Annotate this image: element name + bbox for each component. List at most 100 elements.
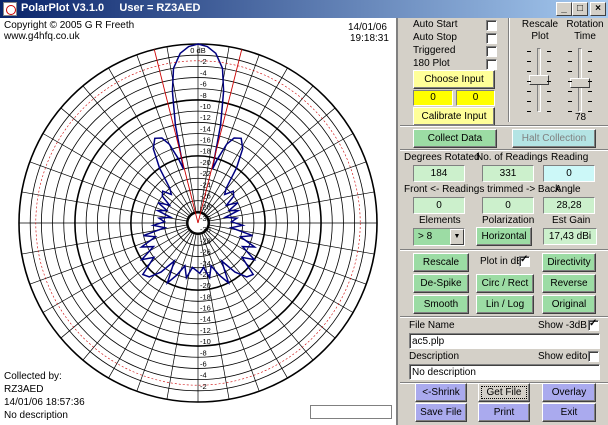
polar-plot-area: 0 dB -2 -2 -4 -4 -6 -6 -8 -8 -10 -10 -12 -12 -14 -14 -1… <box>0 18 398 425</box>
exit-button[interactable]: Exit <box>542 403 596 422</box>
slider-tick <box>547 111 551 112</box>
window-title: PolarPlot V3.1.0 User = RZ3AED <box>21 2 201 14</box>
db-scale-label: -30 <box>200 225 211 234</box>
elements-select[interactable]: > 8 ▼ <box>413 228 465 246</box>
db-scale-label: -18 <box>200 147 211 156</box>
grid-spoke <box>166 232 197 400</box>
est-gain-value: 17,43 dBi <box>543 228 597 245</box>
calibrate-input-button[interactable]: Calibrate Input <box>413 107 495 126</box>
reverse-button[interactable]: Reverse <box>542 274 596 293</box>
db-scale-label: -10 <box>200 337 211 346</box>
db-scale-label: -8 <box>200 91 207 100</box>
separator <box>400 249 608 251</box>
separator <box>400 149 608 151</box>
slider-tick <box>588 61 592 62</box>
plot-180-checkbox[interactable] <box>486 59 497 70</box>
rescale-plot-slider[interactable] <box>529 75 549 85</box>
despike-button[interactable]: De-Spike <box>413 274 469 293</box>
slider-tick <box>527 51 531 52</box>
auto-start-checkbox[interactable] <box>486 20 497 31</box>
auto-start-label: Auto Start <box>413 19 458 30</box>
directivity-button[interactable]: Directivity <box>542 253 596 272</box>
est-gain-label: Est Gain <box>552 215 591 226</box>
original-button[interactable]: Original <box>542 295 596 314</box>
no-of-readings-value: 331 <box>482 165 534 182</box>
db-scale-label: -26 <box>200 248 211 257</box>
angle-value: 28,28 <box>543 197 595 214</box>
slider-tick <box>527 61 531 62</box>
db-scale-label: -28 <box>200 236 211 245</box>
reading-value: 0 <box>543 165 595 182</box>
db-scale-label: -12 <box>200 326 211 335</box>
db-scale-label: -12 <box>200 113 211 122</box>
slider-tick <box>588 81 592 82</box>
overlay-button[interactable]: Overlay <box>542 383 596 402</box>
db-scale-label: -24 <box>200 259 211 268</box>
slider-tick <box>547 61 551 62</box>
halt-collection-button[interactable]: Halt Collection <box>512 129 596 148</box>
slider-tick <box>568 101 572 102</box>
no-of-readings-label: No. of Readings <box>476 152 548 163</box>
slider-tick <box>527 101 531 102</box>
db-scale-label: -18 <box>200 292 211 301</box>
plot-description: No description <box>4 410 68 421</box>
plot-180-label: 180 Plot <box>413 58 450 69</box>
show-3db-checkbox[interactable] <box>588 318 599 331</box>
choose-input-button[interactable]: Choose Input <box>413 70 495 89</box>
save-file-button[interactable]: Save File <box>415 403 467 422</box>
grid-spoke <box>207 224 375 255</box>
degrees-rotated-value: 184 <box>413 165 465 182</box>
collect-data-button[interactable]: Collect Data <box>413 129 497 148</box>
auto-stop-checkbox[interactable] <box>486 33 497 44</box>
description-input[interactable]: No description <box>409 364 600 380</box>
rescale-button[interactable]: Rescale <box>413 253 469 272</box>
polar-plot: 0 dB -2 -2 -4 -4 -6 -6 -8 -8 -10 -10 -12 -12 -14 -14 -1… <box>18 43 378 403</box>
close-button[interactable]: × <box>590 2 606 16</box>
rotation-time-label: Rotation Time <box>566 19 604 42</box>
rescale-plot-label: Rescale Plot <box>521 19 559 42</box>
elements-label: Elements <box>419 215 461 226</box>
slider-tick <box>568 71 572 72</box>
triggered-label: Triggered <box>413 45 456 56</box>
slider-tick <box>547 71 551 72</box>
lin-log-button[interactable]: Lin / Log <box>476 295 534 314</box>
app-icon[interactable] <box>3 2 17 16</box>
collected-by-label: Collected by: <box>4 371 62 382</box>
db-scale-label: -6 <box>200 80 207 89</box>
vertical-divider <box>508 18 510 122</box>
db-scale-label: -16 <box>200 136 211 145</box>
smooth-button[interactable]: Smooth <box>413 295 469 314</box>
db-scale-label: 0 dB <box>190 46 205 55</box>
print-button[interactable]: Print <box>478 403 530 422</box>
plot-in-db-label: Plot in dB <box>480 256 523 267</box>
separator <box>400 125 608 127</box>
minimize-button[interactable]: _ <box>556 2 572 16</box>
db-scale-label: -8 <box>200 348 207 357</box>
shrink-button[interactable]: <-Shrink <box>415 383 467 402</box>
circ-rect-button[interactable]: Circ / Rect <box>476 274 534 293</box>
collector-name: RZ3AED <box>4 384 44 395</box>
polarization-button[interactable]: Horizontal <box>476 227 532 246</box>
slider-tick <box>568 111 572 112</box>
db-scale-label: -14 <box>200 315 211 324</box>
plot-time: 19:18:31 <box>350 33 389 44</box>
get-file-button[interactable]: Get File <box>478 383 530 402</box>
triggered-checkbox[interactable] <box>486 46 497 57</box>
control-panel: Auto Start Auto Stop Triggered 180 Plot … <box>400 18 608 425</box>
plot-date: 14/01/06 <box>348 22 387 33</box>
db-scale-label: -20 <box>200 158 211 167</box>
elements-select-value: > 8 <box>418 231 433 242</box>
slider-tick <box>588 101 592 102</box>
slider-tick <box>527 71 531 72</box>
db-scale-label: -30 <box>200 214 211 223</box>
maximize-button[interactable]: □ <box>572 2 588 16</box>
rotation-time-value: 78 <box>575 112 587 123</box>
db-scale-label: -6 <box>200 359 207 368</box>
rotation-time-slider[interactable] <box>570 77 590 88</box>
plot-in-db-checkbox[interactable] <box>519 254 530 267</box>
slider-tick <box>568 91 572 92</box>
chevron-down-icon[interactable]: ▼ <box>450 229 464 245</box>
progress-box <box>310 405 392 419</box>
file-name-input[interactable]: ac5.plp <box>409 333 600 349</box>
show-editor-checkbox[interactable] <box>588 351 599 362</box>
